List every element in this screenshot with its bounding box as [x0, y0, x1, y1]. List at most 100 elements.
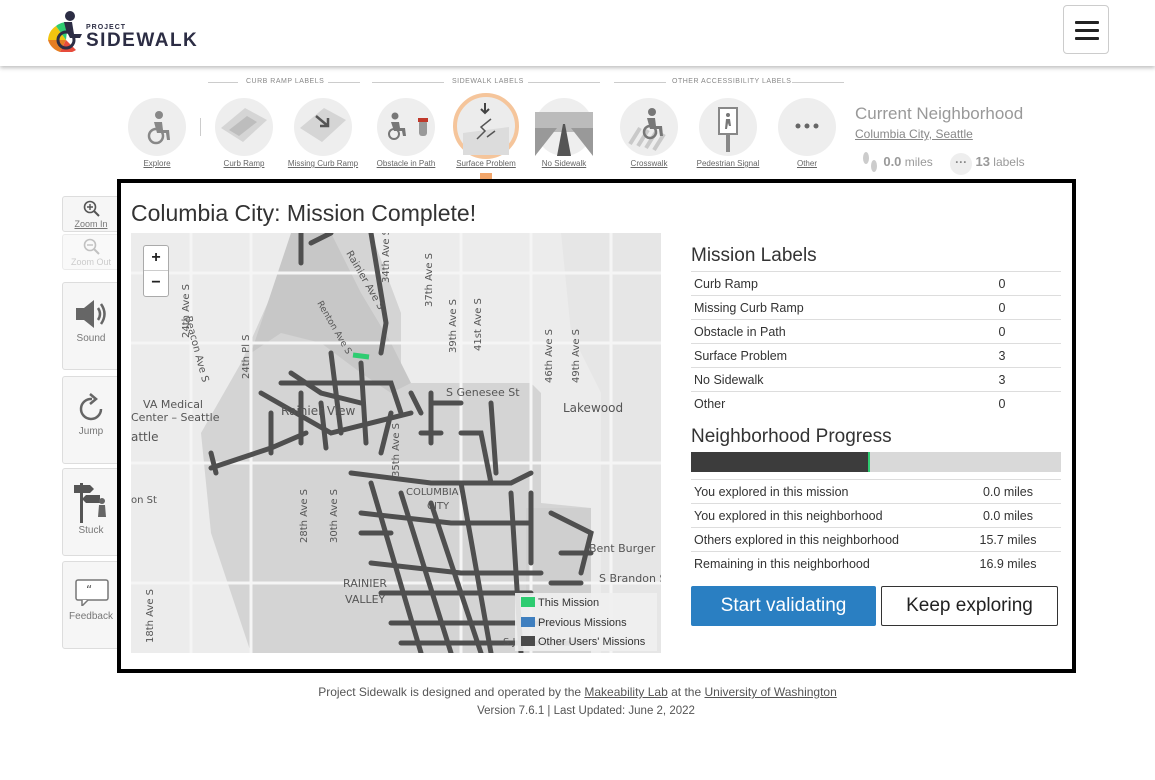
- label-type: Surface Problem: [694, 349, 788, 363]
- hamburger-menu-button[interactable]: [1063, 5, 1109, 54]
- map-zoom-control: + −: [143, 245, 169, 297]
- section-title-sidewalk: SIDEWALK LABELS: [452, 78, 524, 85]
- map-label: 24th Ave S: [181, 284, 192, 338]
- map-label: VALLEY: [345, 593, 386, 606]
- stuck-button[interactable]: Stuck: [62, 468, 120, 556]
- neighborhood-link[interactable]: Columbia City, Seattle: [855, 127, 973, 141]
- map-label: Center – Seattle: [131, 411, 220, 424]
- jump-button[interactable]: Jump: [62, 376, 120, 464]
- sound-button[interactable]: Sound: [62, 282, 120, 370]
- section-title-curb-ramp: CURB RAMP LABELS: [246, 78, 325, 85]
- mission-labels-title: Mission Labels: [691, 245, 817, 266]
- labels-count: 13: [975, 154, 990, 169]
- modal-title: Columbia City: Mission Complete!: [131, 200, 477, 226]
- uw-link[interactable]: University of Washington: [705, 685, 837, 699]
- tool-missing-curb-ramp[interactable]: [294, 98, 352, 156]
- tool-label-surface-problem: Surface Problem: [456, 159, 516, 168]
- labels-unit: labels: [993, 155, 1025, 169]
- label-type: Obstacle in Path: [694, 325, 786, 339]
- keep-exploring-button[interactable]: Keep exploring: [881, 586, 1058, 626]
- map-label: S Brandon St: [599, 572, 661, 585]
- footprints-icon: [863, 152, 877, 172]
- divider: [614, 82, 666, 83]
- tool-crosswalk[interactable]: [620, 98, 678, 156]
- map-label: 28th Ave S: [299, 489, 310, 543]
- tool-label-pedestrian-signal: Pedestrian Signal: [696, 159, 760, 168]
- footer-version: Version 7.6.1 | Last Updated: June 2, 20…: [477, 705, 695, 717]
- map-label: COLUMBIA: [406, 487, 459, 498]
- footer-credits: Project Sidewalk is designed and operate…: [0, 685, 1155, 699]
- map-label: 37th Ave S: [424, 253, 435, 307]
- zoom-in-button[interactable]: Zoom In: [62, 196, 120, 232]
- neighborhood-progress-bar: [691, 452, 1061, 472]
- top-nav-bar: PROJECT SIDEWALK: [0, 0, 1155, 66]
- table-row: Missing Curb Ramp 0: [691, 295, 1061, 319]
- table-row: No Sidewalk 3: [691, 367, 1061, 391]
- legend-item: This Mission: [521, 596, 599, 610]
- map-label: on St: [131, 495, 157, 506]
- hamburger-icon-bar: [1075, 37, 1099, 40]
- pedestrian-signal-icon: [718, 107, 738, 152]
- legend-swatch-this: [521, 597, 535, 607]
- map-canvas: Beacon Ave S 24th Ave S 24th Pl S VA Med…: [131, 233, 661, 653]
- stat-name: You explored in this mission: [694, 485, 849, 499]
- stat-value: 0.0 miles: [982, 485, 1034, 499]
- makeability-lab-link[interactable]: Makeability Lab: [584, 685, 667, 699]
- map-label: 34th Ave S: [381, 233, 392, 283]
- divider: [328, 82, 360, 83]
- table-row: Others explored in this neighborhood 15.7…: [691, 527, 1061, 551]
- tool-label-other: Other: [796, 159, 817, 168]
- feedback-icon: “: [75, 579, 109, 606]
- label-type: No Sidewalk: [694, 373, 764, 387]
- progress-mission-marker: [867, 452, 870, 472]
- legend-label: Previous Missions: [538, 617, 627, 629]
- tool-other[interactable]: [778, 98, 836, 156]
- divider: [208, 82, 238, 83]
- label-type: Curb Ramp: [694, 277, 758, 291]
- map-label: S J: [503, 637, 515, 648]
- tool-explore[interactable]: [128, 98, 186, 156]
- start-validating-button[interactable]: Start validating: [691, 586, 876, 626]
- missing-curb-ramp-icon: [300, 108, 346, 142]
- map-label: 41st Ave S: [473, 298, 484, 351]
- tool-label-curb-ramp: Curb Ramp: [223, 159, 265, 168]
- hamburger-icon: [1075, 21, 1099, 24]
- map-label: 49th Ave S: [571, 329, 582, 383]
- divider: [792, 82, 844, 83]
- tool-curb-ramp[interactable]: [215, 98, 273, 156]
- tool-obstacle[interactable]: [377, 98, 435, 156]
- miles-unit: miles: [904, 155, 933, 169]
- map-zoom-out-button[interactable]: −: [144, 271, 168, 296]
- map-label: 30th Ave S: [329, 489, 340, 543]
- zoom-out-icon: [83, 238, 100, 255]
- map-zoom-in-button[interactable]: +: [144, 246, 168, 271]
- table-row: You explored in this neighborhood 0.0 mil…: [691, 503, 1061, 527]
- table-row: You explored in this mission 0.0 miles: [691, 479, 1061, 503]
- legend-label: Other Users' Missions: [538, 636, 646, 648]
- map-label: attle: [131, 430, 158, 444]
- zoom-in-icon: [83, 200, 100, 217]
- table-row: Remaining in this neighborhood 16.9 miles: [691, 551, 1061, 575]
- project-sidewalk-logo[interactable]: PROJECT SIDEWALK: [46, 10, 206, 54]
- label-type: Missing Curb Ramp: [694, 301, 804, 315]
- signpost-icon: [74, 483, 106, 523]
- footer-text: Project Sidewalk is designed and operate…: [318, 685, 582, 699]
- map-label: RAINIER: [343, 577, 387, 590]
- zoom-out-button[interactable]: Zoom Out: [62, 234, 120, 270]
- speaker-icon: [76, 300, 106, 328]
- mission-map[interactable]: Beacon Ave S 24th Ave S 24th Pl S VA Med…: [131, 233, 661, 653]
- feedback-label: Feedback: [69, 611, 113, 622]
- sound-label: Sound: [76, 333, 106, 344]
- zoom-in-label: Zoom In: [74, 219, 108, 229]
- label-count: 0: [998, 325, 1006, 339]
- zoom-out-label: Zoom Out: [70, 257, 111, 267]
- progress-fill: [691, 452, 869, 472]
- legend-label: This Mission: [538, 597, 600, 609]
- feedback-button[interactable]: “ Feedback: [62, 561, 120, 649]
- map-label: Lakewood: [563, 401, 623, 415]
- section-title-other: OTHER ACCESSIBILITY LABELS: [672, 78, 792, 85]
- tool-no-sidewalk[interactable]: [535, 98, 593, 156]
- label-count: 3: [998, 373, 1006, 387]
- tool-pedestrian-signal[interactable]: [699, 98, 757, 156]
- tool-surface-problem[interactable]: [453, 93, 519, 159]
